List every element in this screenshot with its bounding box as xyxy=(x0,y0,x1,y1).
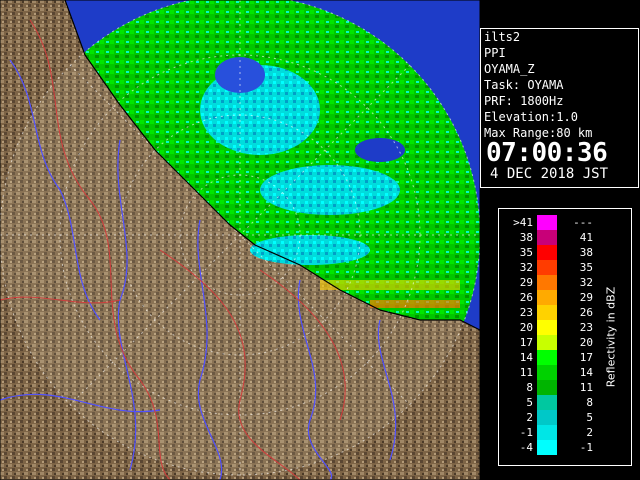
legend-swatch xyxy=(537,305,557,320)
site-label: ilts2 xyxy=(484,30,521,44)
task-label: Task: OYAMA xyxy=(484,78,564,92)
legend-swatch xyxy=(537,260,557,275)
legend-lower-bound: -1 xyxy=(519,426,533,439)
legend-upper-bound: 14 xyxy=(579,366,593,379)
legend-title: Reflectivity in dBZ xyxy=(601,209,621,465)
legend-lower-bound: -4 xyxy=(519,441,533,454)
legend-upper-bound: 8 xyxy=(586,396,593,409)
legend-swatch xyxy=(537,410,557,425)
legend-upper-bound: -1 xyxy=(579,441,593,454)
legend-lower-bound: 35 xyxy=(519,246,533,259)
legend-upper-bound: 5 xyxy=(586,411,593,424)
legend-lower-bound: 23 xyxy=(519,306,533,319)
time-display: 07:00:36 xyxy=(486,138,608,168)
legend-upper-bound: 26 xyxy=(579,306,593,319)
radar-map[interactable] xyxy=(0,0,480,480)
legend-lower-bound: 29 xyxy=(519,276,533,289)
legend-upper-bound: 38 xyxy=(579,246,593,259)
color-legend: >41 --- 38 41 35 38 32 35 29 32 26 29 23 26 20 23 17 20 14… xyxy=(498,208,632,466)
product-label: PPI xyxy=(484,46,506,60)
field-label: OYAMA_Z xyxy=(484,62,535,76)
legend-upper-bound: 29 xyxy=(579,291,593,304)
legend-swatch xyxy=(537,275,557,290)
legend-lower-bound: 26 xyxy=(519,291,533,304)
legend-upper-bound: 17 xyxy=(579,351,593,364)
legend-lower-bound: 20 xyxy=(519,321,533,334)
legend-swatch xyxy=(537,380,557,395)
legend-swatch xyxy=(537,245,557,260)
legend-lower-bound: >41 xyxy=(513,216,533,229)
elevation-label: Elevation:1.0 xyxy=(484,110,578,124)
radar-canvas xyxy=(0,0,480,480)
legend-swatch xyxy=(537,290,557,305)
legend-swatch xyxy=(537,395,557,410)
legend-upper-bound: 20 xyxy=(579,336,593,349)
legend-upper-bound: 32 xyxy=(579,276,593,289)
legend-upper-bound: 11 xyxy=(579,381,593,394)
legend-swatch xyxy=(537,425,557,440)
legend-lower-bound: 32 xyxy=(519,261,533,274)
legend-upper-bound: 35 xyxy=(579,261,593,274)
info-panel: ilts2 PPI OYAMA_Z Task: OYAMA PRF: 1800H… xyxy=(480,28,640,188)
legend-upper-bound: 41 xyxy=(579,231,593,244)
legend-upper-bound: 2 xyxy=(586,426,593,439)
legend-swatch xyxy=(537,320,557,335)
legend-swatch xyxy=(537,335,557,350)
legend-title-text: Reflectivity in dBZ xyxy=(604,286,618,388)
legend-lower-bound: 11 xyxy=(519,366,533,379)
legend-swatch xyxy=(537,215,557,230)
legend-lower-bound: 2 xyxy=(526,411,533,424)
prf-label: PRF: 1800Hz xyxy=(484,94,564,108)
legend-lower-bound: 8 xyxy=(526,381,533,394)
legend-lower-bound: 14 xyxy=(519,351,533,364)
legend-upper-bound: --- xyxy=(573,216,593,229)
legend-lower-bound: 5 xyxy=(526,396,533,409)
legend-upper-bound: 23 xyxy=(579,321,593,334)
legend-swatch xyxy=(537,440,557,455)
legend-lower-bound: 17 xyxy=(519,336,533,349)
date-display: 4 DEC 2018 JST xyxy=(490,166,609,182)
legend-lower-bound: 38 xyxy=(519,231,533,244)
legend-swatch xyxy=(537,365,557,380)
legend-swatch xyxy=(537,350,557,365)
legend-swatch xyxy=(537,230,557,245)
